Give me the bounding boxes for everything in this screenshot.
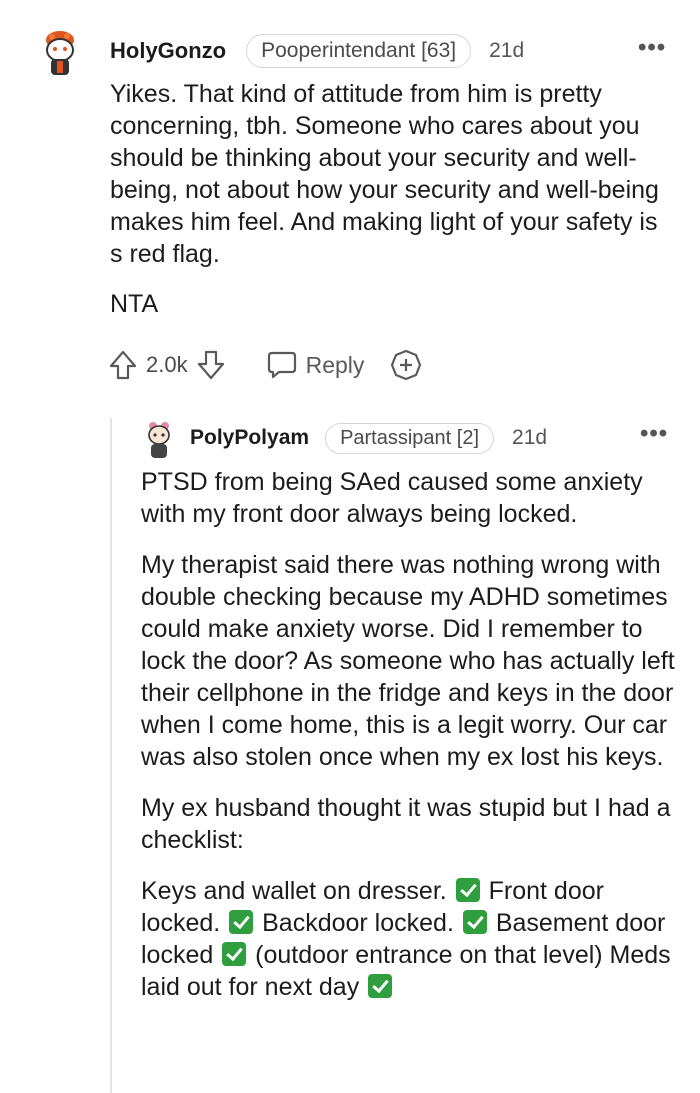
comment-paragraph: Yikes. That kind of attitude from him is… [110,80,659,268]
more-options-icon[interactable]: ••• [640,420,668,448]
comment-body: PTSD from being SAed caused some anxiety… [141,466,681,1022]
username[interactable]: PolyPolyam [190,426,309,450]
check-mark-icon [462,910,487,934]
award-icon[interactable] [390,349,422,381]
downvote-icon[interactable] [196,349,226,381]
comment-actions: 2.0k Reply [108,344,422,386]
reply-icon [266,350,298,380]
checklist-item: (outdoor entrance on that level) Meds la… [141,941,671,1001]
comment-paragraph: NTA [110,290,159,318]
comment-body: Yikes. That kind of attitude from him is… [110,78,670,338]
comment-paragraph: My ex husband thought it was stupid but … [141,794,671,854]
comment-meta: HolyGonzo Pooperintendant [63] 21d [110,32,524,70]
check-mark-icon [222,942,247,966]
comment-paragraph: PTSD from being SAed caused some anxiety… [141,468,643,528]
check-mark-icon [229,910,254,934]
checklist-item: Keys and wallet on dresser. [141,877,447,905]
reply-button[interactable]: Reply [266,350,365,380]
comment-age: 21d [489,39,525,62]
reply-label: Reply [305,351,365,378]
user-avatar[interactable] [38,26,82,78]
more-options-icon[interactable]: ••• [638,34,666,62]
comment-age: 21d [512,426,548,449]
checklist-item: Backdoor locked. [262,909,454,937]
check-mark-icon [455,878,480,902]
check-mark-icon [368,974,393,998]
user-flair: Partassipant [2] [325,422,495,454]
user-avatar[interactable] [144,420,174,460]
comment-meta: PolyPolyam Partassipant [2] 21d [190,420,547,456]
username[interactable]: HolyGonzo [110,38,226,64]
checklist-paragraph: Keys and wallet on dresser. Front door l… [141,875,681,1003]
comment-paragraph: My therapist said there was nothing wron… [141,551,675,771]
user-flair: Pooperintendant [63] [246,34,472,68]
thread-line[interactable] [110,418,112,1093]
upvote-icon[interactable] [108,349,138,381]
vote-count: 2.0k [146,352,188,377]
